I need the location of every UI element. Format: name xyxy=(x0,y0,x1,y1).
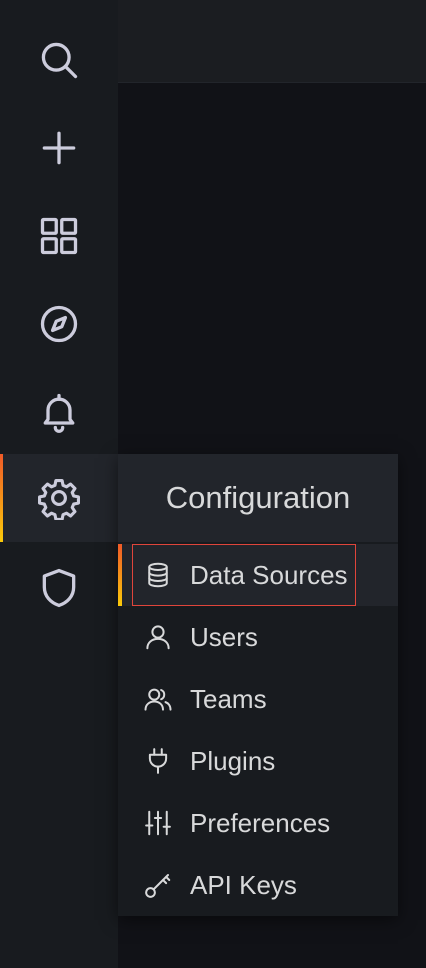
menu-item-preferences[interactable]: Preferences xyxy=(118,792,398,854)
shield-icon xyxy=(42,568,76,608)
key-icon xyxy=(142,869,174,901)
menu-item-api-keys[interactable]: API Keys xyxy=(118,854,398,916)
user-icon xyxy=(142,621,174,653)
compass-icon xyxy=(40,305,78,343)
menu-item-plugins[interactable]: Plugins xyxy=(118,730,398,792)
sidebar-item-explore[interactable] xyxy=(0,280,118,368)
menu-item-label: Data Sources xyxy=(190,559,348,590)
top-bar xyxy=(118,0,426,83)
plus-icon xyxy=(42,131,76,165)
bell-icon xyxy=(43,393,75,433)
configuration-flyout-menu: Configuration Data Sources Users Teams P… xyxy=(118,454,398,916)
menu-item-label: Teams xyxy=(190,683,267,714)
dashboards-grid-icon xyxy=(40,217,78,255)
gear-icon xyxy=(38,479,80,520)
menu-item-data-sources[interactable]: Data Sources xyxy=(118,544,398,606)
sliders-icon xyxy=(142,807,174,839)
sidebar-item-configuration[interactable] xyxy=(0,454,118,542)
menu-item-users[interactable]: Users xyxy=(118,606,398,668)
users-icon xyxy=(142,683,174,715)
menu-item-label: Preferences xyxy=(190,807,331,838)
menu-item-teams[interactable]: Teams xyxy=(118,668,398,730)
flyout-title: Configuration xyxy=(118,454,398,542)
menu-item-label: Plugins xyxy=(190,745,276,776)
database-icon xyxy=(142,559,174,591)
sidebar-item-search[interactable] xyxy=(0,16,118,104)
menu-item-label: Users xyxy=(190,621,258,652)
sidebar-item-create[interactable] xyxy=(0,104,118,192)
sidebar xyxy=(0,0,118,968)
sidebar-item-alerting[interactable] xyxy=(0,368,118,456)
plug-icon xyxy=(142,745,174,777)
menu-item-label: API Keys xyxy=(190,869,297,900)
sidebar-item-dashboards[interactable] xyxy=(0,192,118,280)
sidebar-item-server-admin[interactable] xyxy=(0,544,118,632)
search-icon xyxy=(41,42,78,79)
